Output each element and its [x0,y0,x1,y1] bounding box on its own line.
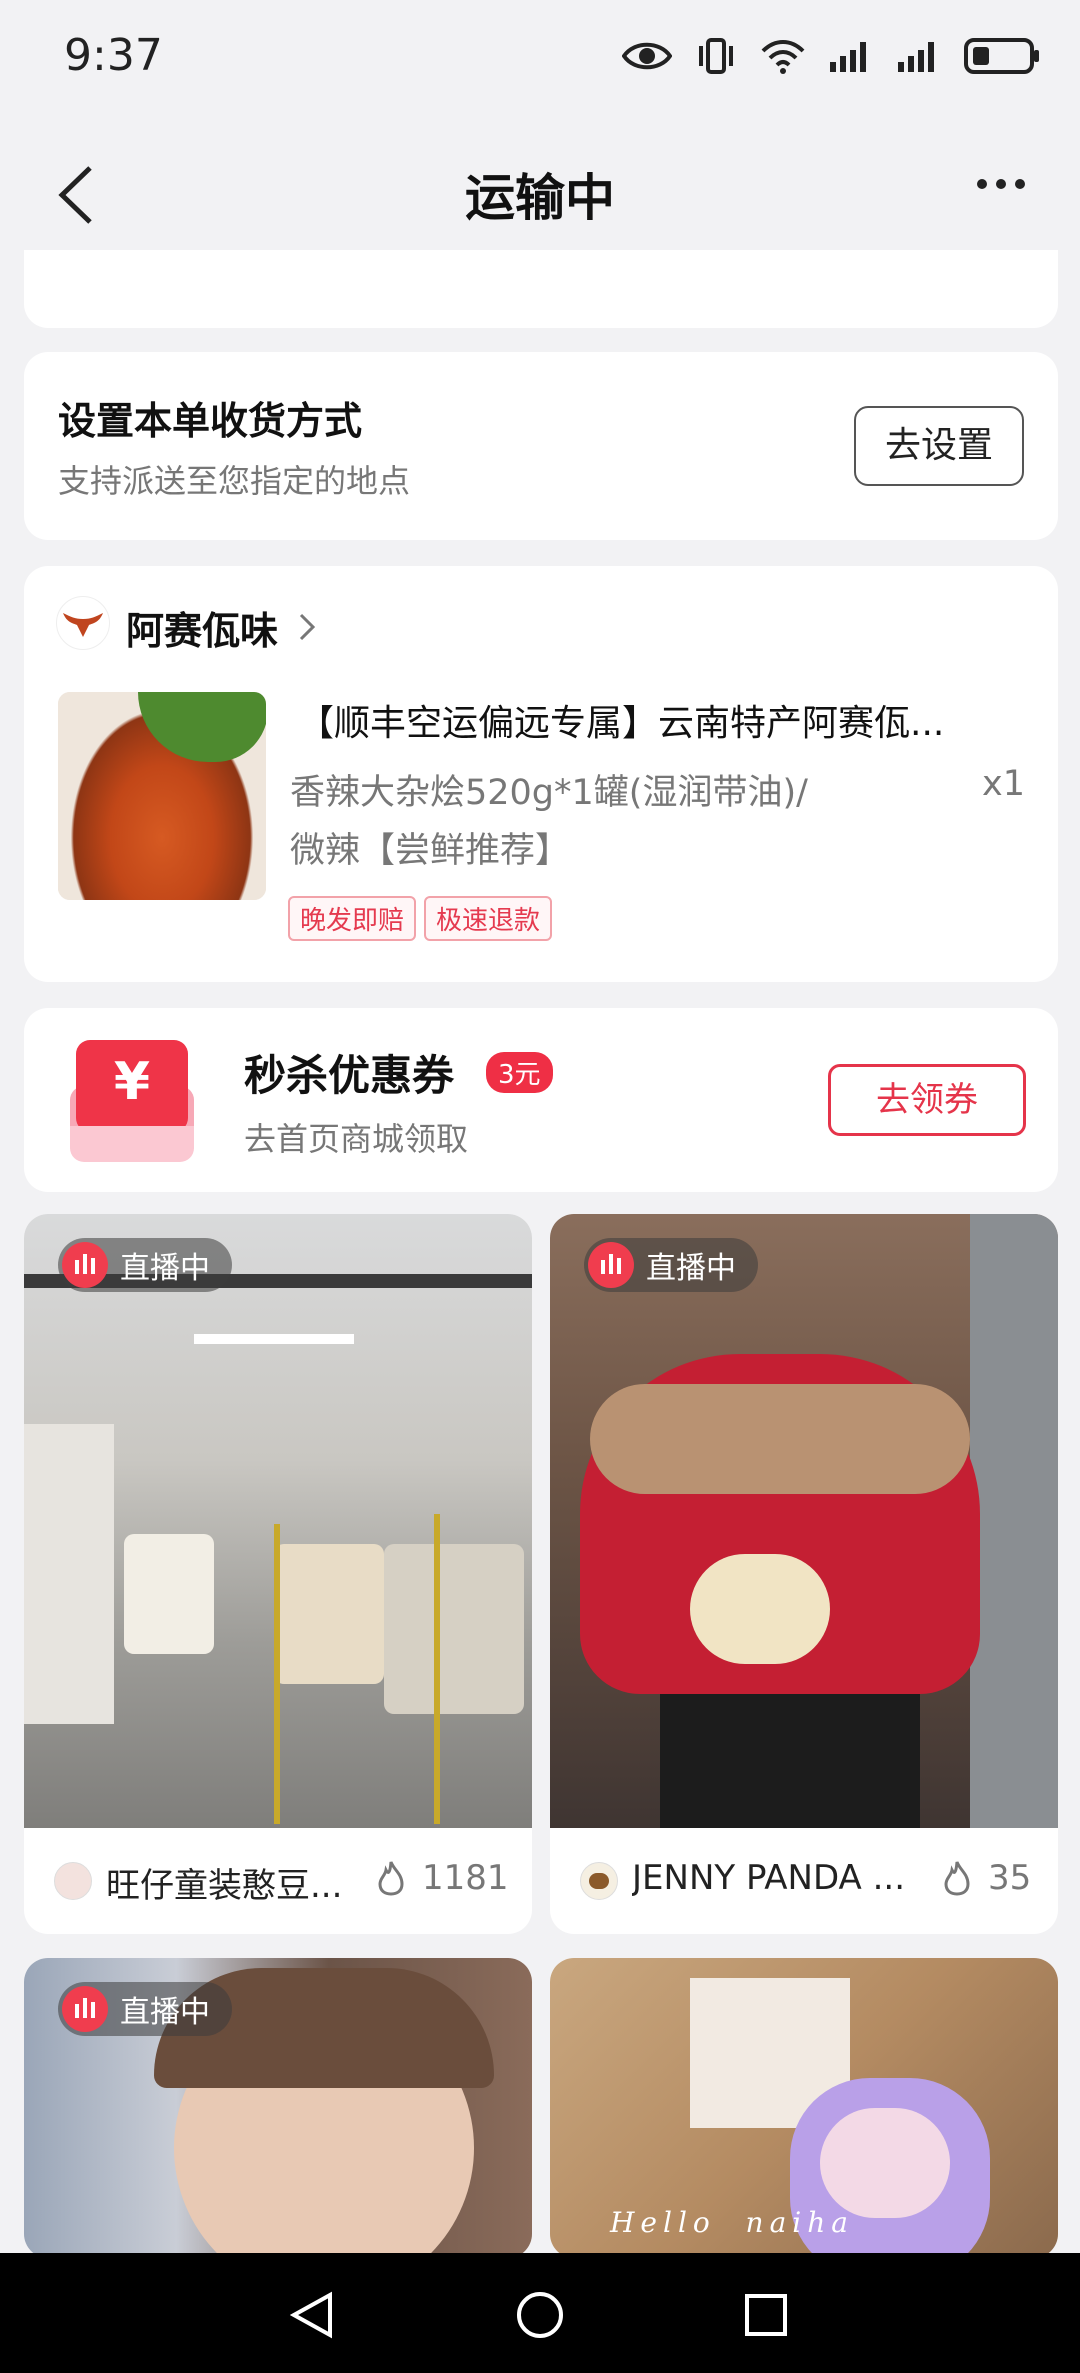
nav-recents-icon[interactable] [744,2293,788,2337]
viewer-count: 1181 [422,1858,509,1898]
live-bars-icon [62,1986,108,2032]
claim-coupon-button[interactable]: 去领券 [828,1064,1026,1136]
vibrate-icon [699,38,733,74]
battery-icon [964,38,1039,74]
flame-icon [944,1861,970,1896]
product-image[interactable] [58,692,266,900]
product-tags: 晚发即赔 极速退款 [288,896,560,941]
nav-home-icon[interactable] [516,2291,564,2339]
signal-icon-2 [898,42,934,72]
order-card: 阿赛佤味 【顺丰空运偏远专属】云南特产阿赛佤... 香辣大杂烩520g*1罐(湿… [24,566,1058,982]
live-label: 直播中 [120,1251,210,1286]
live-bars-icon [588,1242,634,1288]
set-delivery-button[interactable]: 去设置 [854,406,1024,486]
live-label: 直播中 [646,1251,736,1286]
live-label: 直播中 [120,1995,210,2030]
shop-logo[interactable] [56,596,110,650]
feed-item[interactable]: 直播中 JENNY PANDA ... 35 [550,1214,1058,1934]
tag-fast-refund: 极速退款 [424,896,553,941]
chevron-right-icon [299,613,316,641]
flame-icon [378,1861,404,1896]
wifi-icon [761,40,805,74]
streamer-name: JENNY PANDA ... [632,1858,906,1898]
page-title: 运输中 [465,169,615,227]
more-dots-icon [977,179,1025,189]
live-badge: 直播中 [58,1238,232,1292]
status-time: 9:37 [64,30,163,81]
tag-late-compensation: 晚发即赔 [288,896,417,941]
feed-overlay-text: Hello naiha [610,2206,854,2239]
coupon-title: 秒杀优惠券 [244,1051,455,1100]
coupon-icon: ¥ [68,1040,196,1162]
product-quantity: x1 [982,764,1025,804]
signal-icon [830,42,866,72]
more-button[interactable] [976,176,1026,195]
coupon-badge: 3元 [486,1052,553,1093]
delivery-title: 设置本单收货方式 [58,399,363,443]
product-spec-line1: 香辣大杂烩520g*1罐(湿润带油)/ [290,773,808,813]
streamer-avatar [580,1862,618,1900]
coupon-card: ¥ 秒杀优惠券 3元 去首页商城领取 去领券 [24,1008,1058,1192]
system-nav-bar [0,2253,1080,2373]
status-bar: 9:37 [0,0,1080,120]
coupon-subtitle: 去首页商城领取 [244,1120,469,1158]
delivery-card: 设置本单收货方式 支持派送至您指定的地点 去设置 [24,352,1058,540]
previous-card-edge [24,250,1058,328]
feed-thumbnail [24,1214,532,1828]
product-spec-line2: 微辣【尝鲜推荐】 [290,831,571,871]
feed-item[interactable]: Hello naiha [550,1958,1058,2258]
status-icons [622,36,1040,76]
nav-back-icon[interactable] [290,2291,334,2339]
yen-symbol: ¥ [113,1052,151,1112]
product-title[interactable]: 【顺丰空运偏远专属】云南特产阿赛佤... [298,694,1038,746]
feed-item[interactable]: 直播中 旺仔童装憨豆... 1181 [24,1214,532,1934]
shop-name[interactable]: 阿赛佤味 [126,600,278,655]
eye-icon [622,42,672,70]
feed-item[interactable]: 直播中 [24,1958,532,2258]
viewer-count: 35 [988,1858,1032,1898]
live-badge: 直播中 [584,1238,758,1292]
bull-logo-icon [63,613,103,637]
live-badge: 直播中 [58,1982,232,2036]
feed-thumbnail [550,1214,1058,1828]
streamer-name: 旺仔童装憨豆... [106,1866,343,1906]
live-bars-icon [62,1242,108,1288]
delivery-subtitle: 支持派送至您指定的地点 [58,462,411,500]
streamer-avatar [54,1862,92,1900]
